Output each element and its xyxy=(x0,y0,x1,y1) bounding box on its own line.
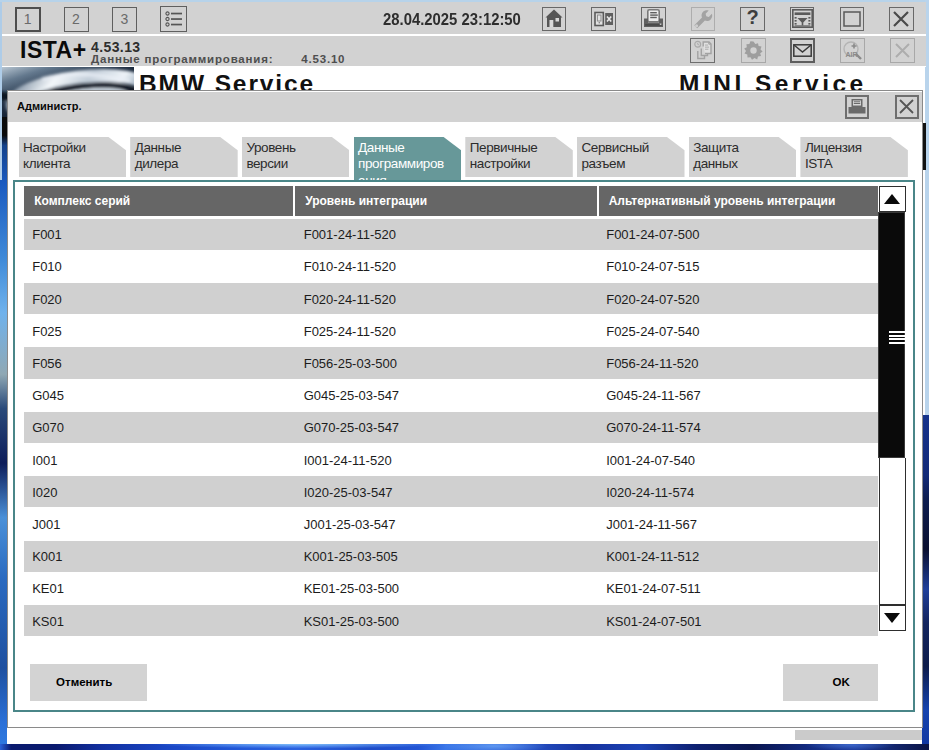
svg-text:AIR: AIR xyxy=(845,50,857,57)
